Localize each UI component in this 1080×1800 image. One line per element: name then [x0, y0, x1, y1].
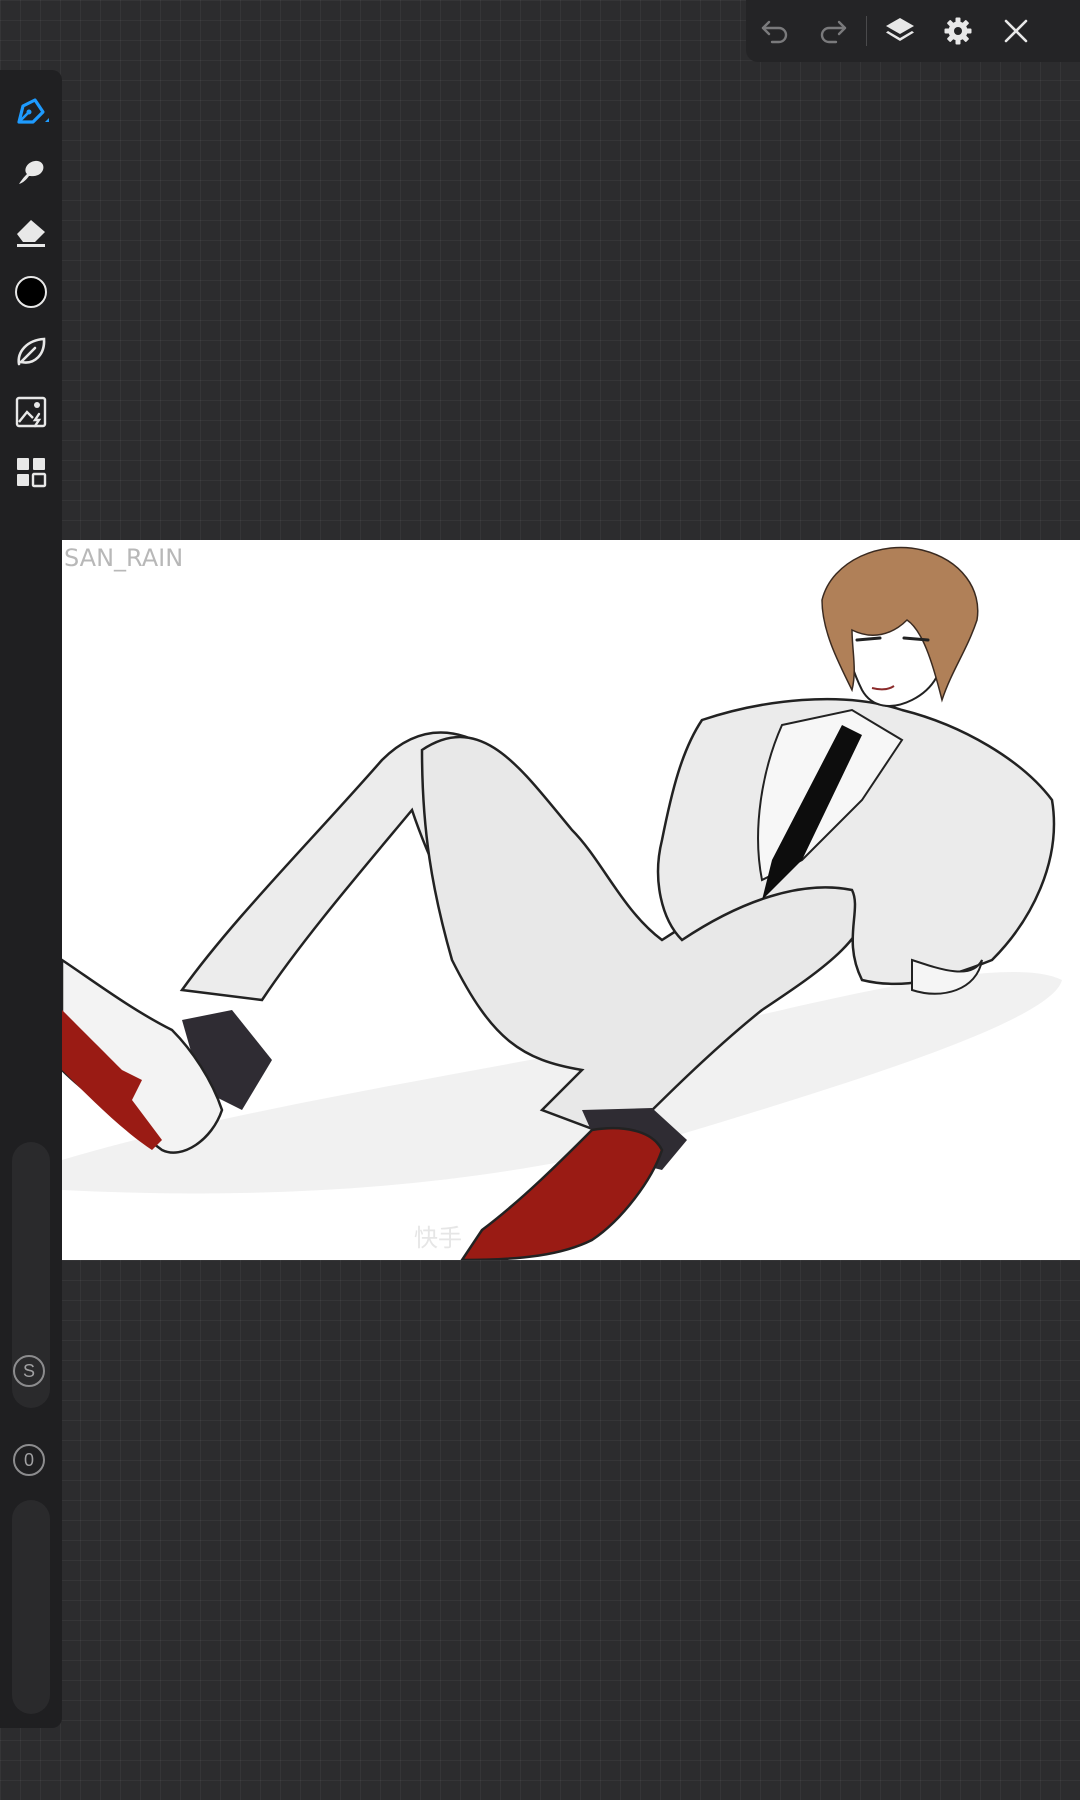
artist-watermark: SAN_RAIN — [64, 544, 184, 572]
eraser-tool-button[interactable] — [0, 206, 62, 258]
undo-button[interactable] — [746, 0, 804, 62]
more-tools-button[interactable] — [0, 446, 62, 498]
redo-icon — [820, 20, 847, 44]
smudge-icon — [19, 160, 44, 184]
brush-opacity-label: 0 — [23, 1449, 34, 1470]
drawing-canvas[interactable]: SAN_RAIN 快手 — [62, 540, 1080, 1260]
close-icon — [1004, 19, 1028, 43]
artwork-illustration — [62, 546, 1062, 1260]
settings-button[interactable] — [929, 0, 987, 62]
top-toolbar — [746, 0, 1080, 62]
brush-opacity-button[interactable]: 0 — [13, 1444, 45, 1476]
toolbar-divider — [866, 16, 867, 46]
close-button[interactable] — [987, 0, 1045, 62]
color-circle-icon — [15, 276, 47, 308]
brush-settings-panel: S 0 — [0, 540, 62, 1728]
eraser-icon — [17, 220, 45, 247]
undo-icon — [761, 20, 788, 44]
redo-button[interactable] — [804, 0, 862, 62]
lasso-icon — [17, 337, 46, 366]
layers-icon — [886, 18, 914, 41]
pen-icon — [17, 98, 49, 124]
image-import-icon — [15, 396, 47, 428]
import-image-button[interactable] — [0, 386, 62, 438]
brush-tool-button[interactable] — [0, 86, 62, 138]
smudge-tool-button[interactable] — [0, 146, 62, 198]
brush-size-label: S — [22, 1360, 35, 1381]
brush-size-button[interactable]: S — [13, 1355, 45, 1387]
brush-opacity-slider[interactable] — [12, 1500, 50, 1714]
layers-button[interactable] — [871, 0, 929, 62]
lasso-tool-button[interactable] — [0, 326, 62, 378]
platform-watermark: 快手 — [414, 1225, 462, 1252]
color-picker-button[interactable] — [0, 266, 62, 318]
gear-icon — [944, 17, 972, 45]
grid-icon — [17, 458, 47, 488]
tool-sidebar — [0, 70, 62, 540]
